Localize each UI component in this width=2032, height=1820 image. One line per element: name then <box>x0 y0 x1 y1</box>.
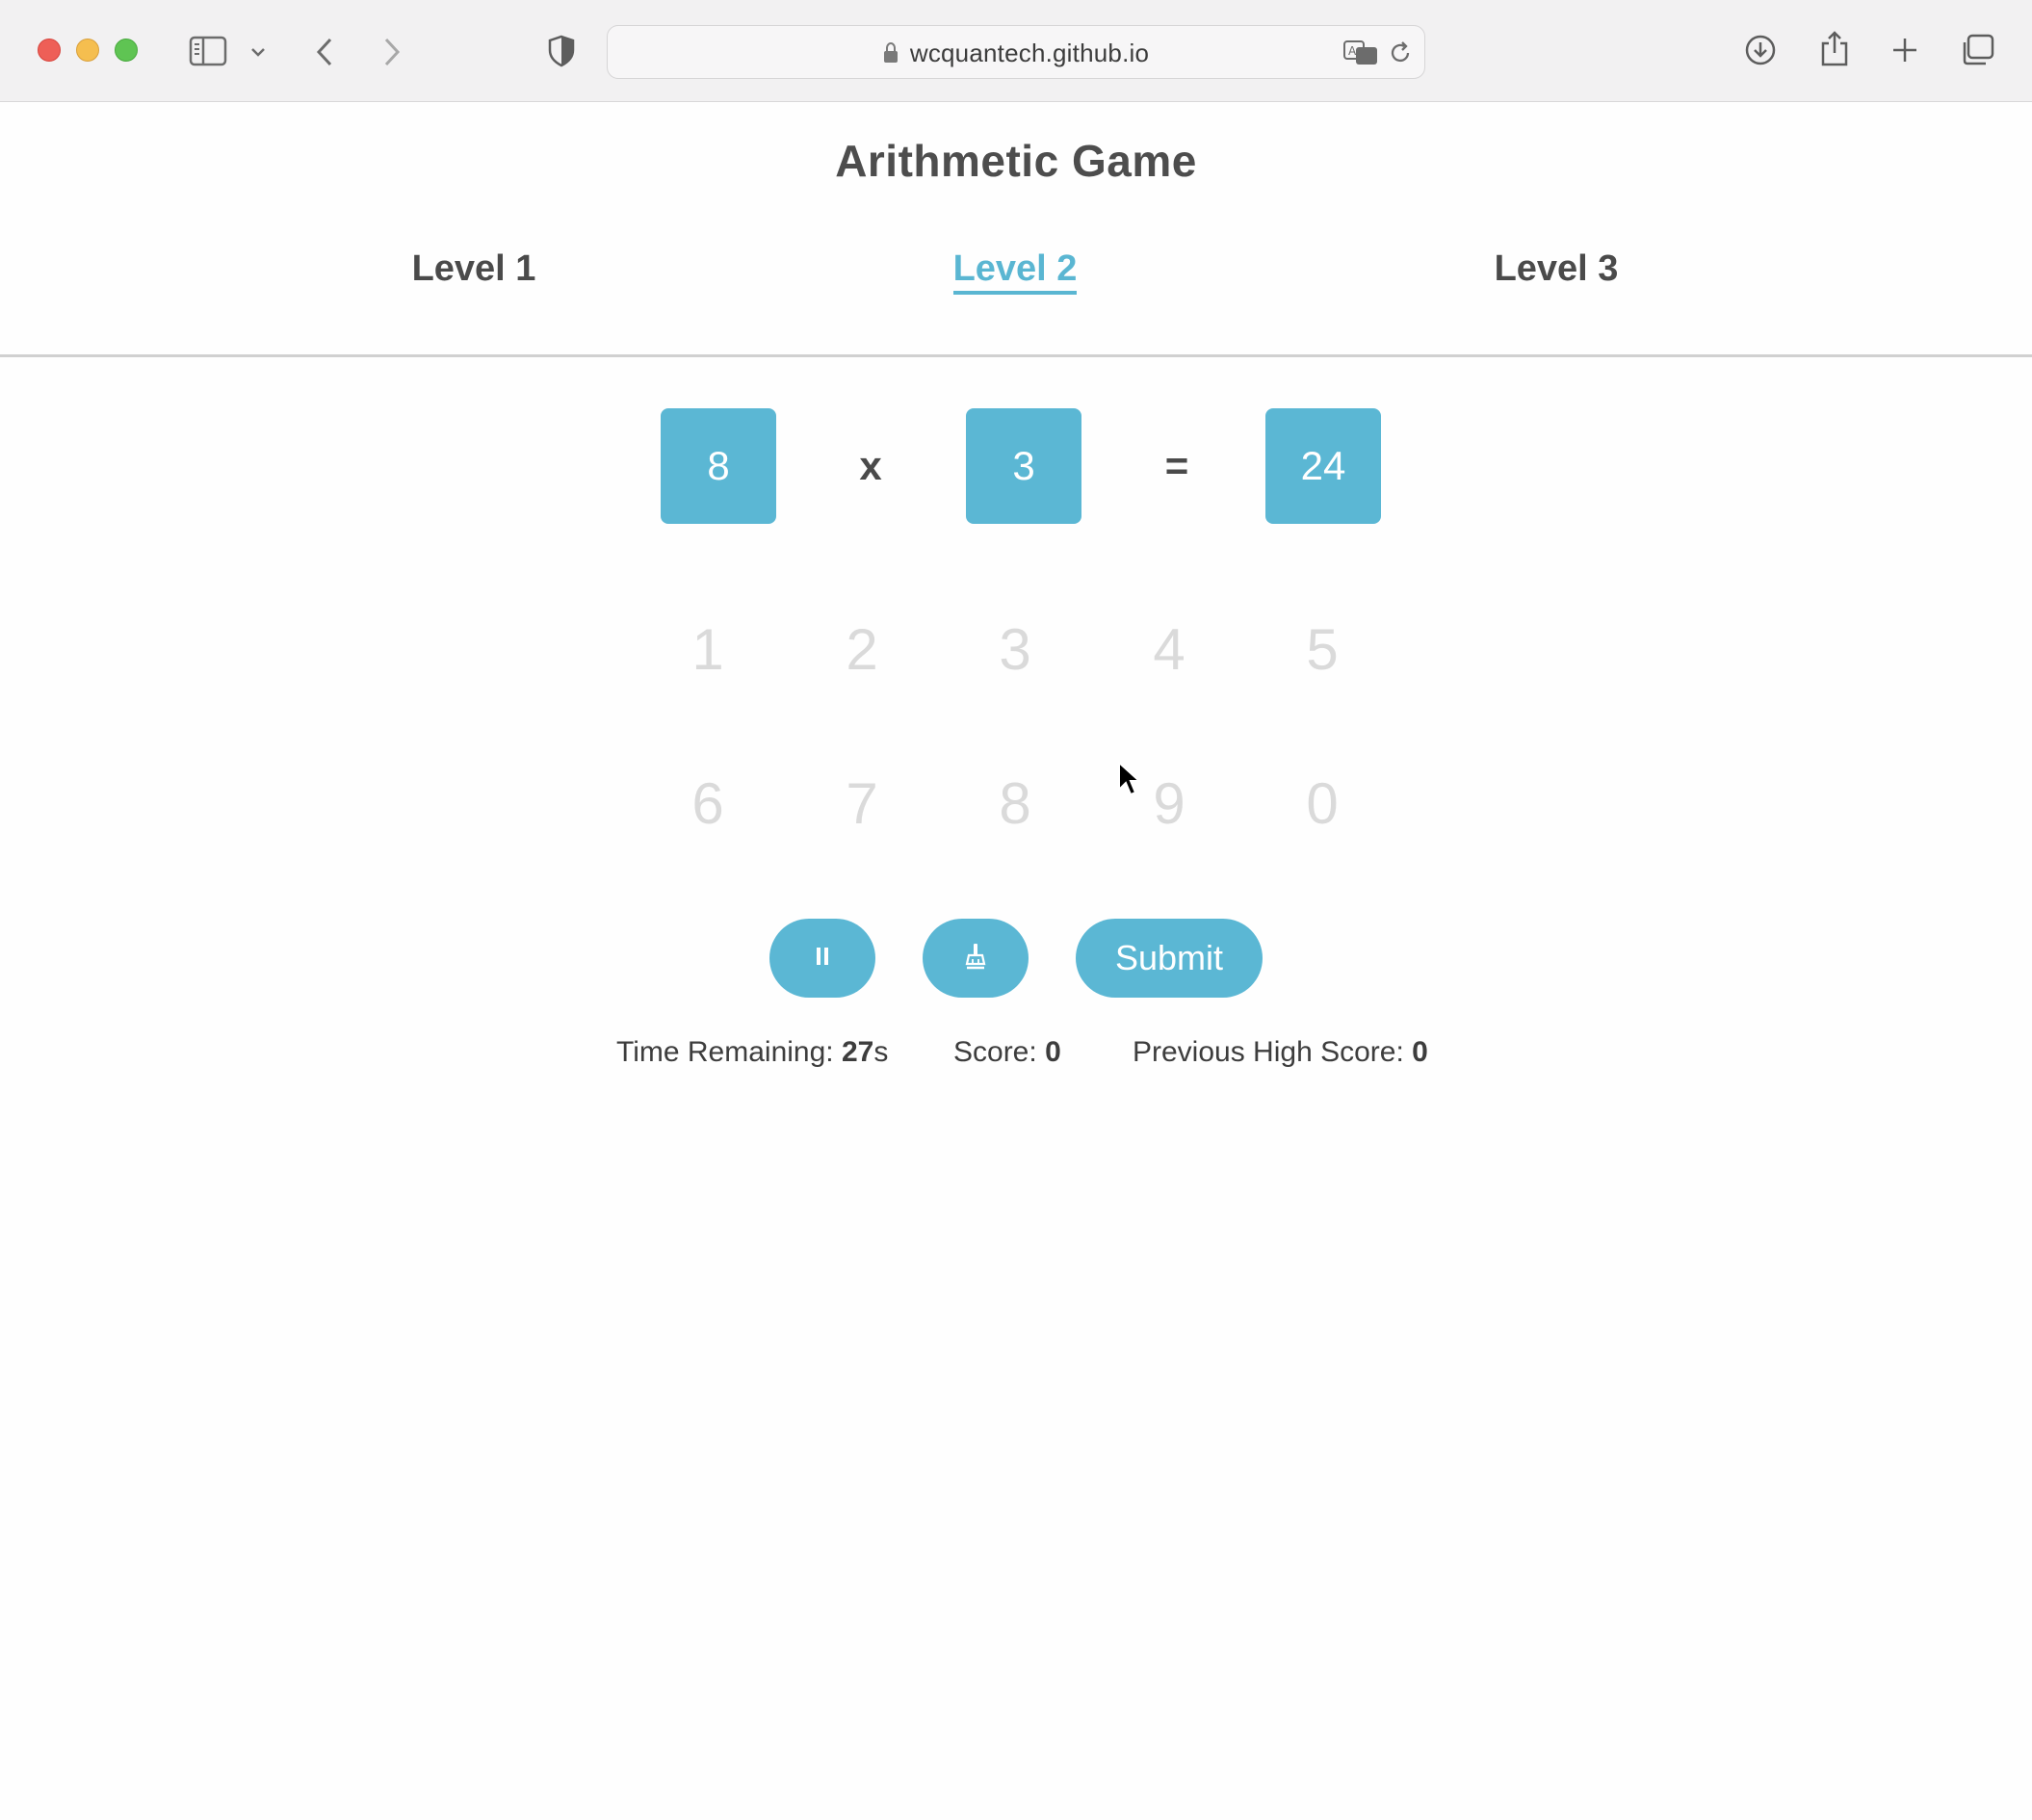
tab-level-1[interactable]: Level 1 <box>329 248 618 290</box>
high-score-value: 0 <box>1412 1036 1428 1068</box>
submit-button[interactable]: Submit <box>1076 919 1263 998</box>
translate-icon[interactable]: A <box>1342 38 1380 68</box>
sidebar-icon[interactable] <box>187 35 229 67</box>
privacy-shield-icon[interactable] <box>545 33 578 69</box>
digit-key-3[interactable]: 3 <box>977 611 1054 688</box>
pause-button[interactable] <box>769 919 875 998</box>
answer-tile[interactable]: 24 <box>1265 408 1381 524</box>
download-icon[interactable] <box>1743 33 1778 67</box>
score: Score: 0 <box>953 1036 1061 1069</box>
time-remaining: Time Remaining: 27s <box>616 1036 888 1069</box>
pause-icon <box>815 947 830 971</box>
plus-icon[interactable] <box>1889 35 1920 65</box>
mouse-cursor-icon <box>1117 760 1142 802</box>
previous-high-score: Previous High Score: 0 <box>1133 1036 1428 1069</box>
maximize-window-button[interactable] <box>115 39 138 62</box>
page-title: Arithmetic Game <box>835 136 1197 186</box>
digit-key-9[interactable]: 9 <box>1131 765 1208 842</box>
operand-1-tile: 8 <box>661 408 776 524</box>
url-text: wcquantech.github.io <box>909 38 1150 67</box>
score-value: 0 <box>1045 1036 1061 1068</box>
tab-label: Level 2 <box>952 248 1078 295</box>
time-remaining-value: 27 <box>841 1036 874 1068</box>
equals-symbol: = <box>1164 443 1189 488</box>
time-remaining-unit: s <box>873 1036 889 1068</box>
digit-key-8[interactable]: 8 <box>977 765 1054 842</box>
address-bar[interactable]: wcquantech.github.io A <box>607 25 1425 79</box>
tab-label: Level 1 <box>411 248 536 289</box>
digit-key-7[interactable]: 7 <box>823 765 900 842</box>
clear-button[interactable] <box>923 919 1029 998</box>
tab-overview-icon[interactable] <box>1959 33 1995 67</box>
tab-level-3[interactable]: Level 3 <box>1412 248 1701 290</box>
svg-text:A: A <box>1348 44 1357 58</box>
browser-toolbar: wcquantech.github.io A <box>0 0 2032 102</box>
time-remaining-label: Time Remaining: <box>616 1036 834 1068</box>
high-score-label: Previous High Score: <box>1133 1036 1404 1068</box>
tab-level-2[interactable]: Level 2 <box>871 248 1159 295</box>
lock-icon <box>883 42 899 64</box>
tabs-divider <box>0 354 2032 357</box>
level-tabs: Level 1 Level 2 Level 3 <box>0 248 2032 306</box>
operand-2-tile: 3 <box>966 408 1081 524</box>
tab-label: Level 3 <box>1494 248 1619 289</box>
back-arrow-icon[interactable] <box>310 35 339 69</box>
share-icon[interactable] <box>1818 29 1851 67</box>
digit-key-1[interactable]: 1 <box>669 611 746 688</box>
forward-arrow-icon[interactable] <box>378 35 406 69</box>
broom-icon <box>964 943 987 975</box>
digit-key-2[interactable]: 2 <box>823 611 900 688</box>
digit-key-6[interactable]: 6 <box>669 765 746 842</box>
score-label: Score: <box>953 1036 1037 1068</box>
digit-key-5[interactable]: 5 <box>1284 611 1361 688</box>
chevron-down-icon[interactable] <box>248 42 268 62</box>
operator-symbol: x <box>859 443 882 488</box>
digit-key-0[interactable]: 0 <box>1284 765 1361 842</box>
minimize-window-button[interactable] <box>76 39 99 62</box>
digit-key-4[interactable]: 4 <box>1131 611 1208 688</box>
reload-icon[interactable] <box>1386 39 1415 67</box>
close-window-button[interactable] <box>38 39 61 62</box>
